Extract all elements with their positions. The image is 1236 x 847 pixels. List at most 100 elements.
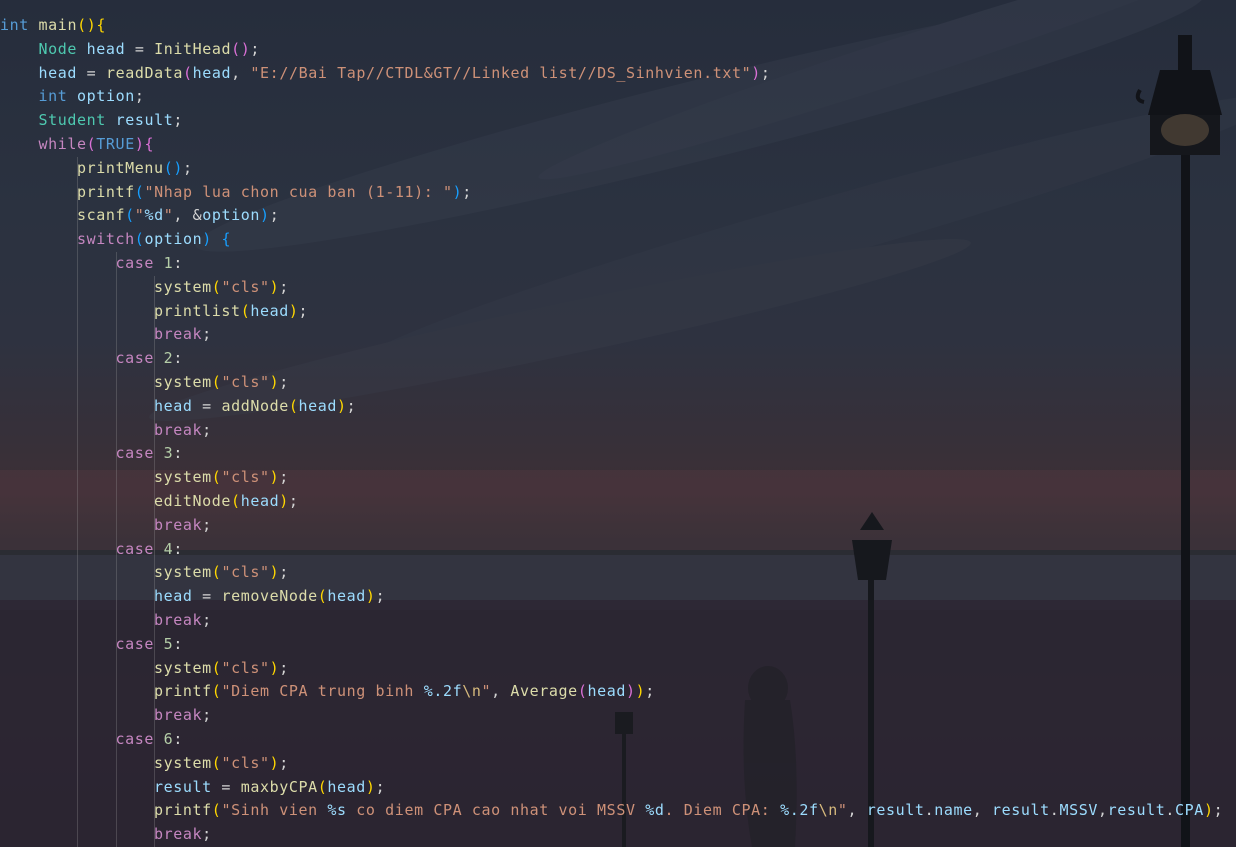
code-token: ,: [847, 801, 867, 820]
code-line[interactable]: printMenu();: [77, 157, 193, 181]
code-token: name: [934, 801, 973, 820]
code-token: (: [317, 587, 328, 606]
code-token: ;: [202, 611, 212, 629]
code-token: =: [211, 777, 241, 796]
code-token: (: [577, 682, 588, 701]
code-line[interactable]: system("cls");: [154, 752, 289, 776]
code-token: "Diem CPA trung binh: [221, 682, 424, 701]
code-line[interactable]: printlist(head);: [154, 300, 308, 324]
code-line[interactable]: break;: [154, 609, 212, 633]
code-token: %s: [327, 801, 347, 820]
code-token: (: [86, 135, 97, 153]
code-token: ): [269, 658, 280, 677]
code-token: Student: [38, 111, 106, 130]
code-token: break: [154, 611, 203, 629]
code-token: printf: [154, 801, 212, 820]
code-token: Node: [38, 39, 78, 58]
code-line[interactable]: system("cls");: [154, 466, 289, 490]
code-token: break: [154, 515, 203, 534]
code-token: ;: [760, 63, 771, 82]
code-token: option: [144, 230, 203, 249]
code-token: system: [154, 658, 212, 677]
code-line[interactable]: case 4:: [116, 538, 183, 562]
code-token: result: [992, 801, 1050, 820]
code-line[interactable]: break;: [154, 704, 212, 728]
code-line[interactable]: break;: [154, 419, 212, 443]
code-token: (: [134, 182, 145, 201]
code-line[interactable]: Node head = InitHead();: [39, 38, 261, 62]
code-token: (: [211, 277, 222, 296]
code-line[interactable]: system("cls");: [154, 657, 289, 681]
code-token: ;: [250, 39, 261, 58]
code-token: "cls": [221, 373, 270, 391]
code-token: (: [182, 63, 193, 82]
code-line[interactable]: break;: [154, 514, 212, 538]
code-token: main: [38, 16, 78, 34]
code-token: head: [327, 587, 366, 606]
code-line[interactable]: Student result;: [39, 109, 184, 133]
code-token: int: [38, 87, 68, 106]
code-line[interactable]: system("cls");: [154, 561, 289, 585]
code-line[interactable]: break;: [154, 823, 212, 847]
code-token: ): [202, 230, 212, 249]
code-line[interactable]: int option;: [39, 85, 145, 109]
code-line[interactable]: int main(){: [0, 14, 106, 38]
code-token: \n: [818, 801, 838, 820]
code-token: ,: [972, 801, 992, 820]
code-line[interactable]: while(TRUE){: [39, 133, 155, 157]
code-editor[interactable]: int main(){Node head = InitHead(); head =…: [0, 14, 1236, 847]
code-line[interactable]: case 3:: [116, 442, 183, 466]
code-token: TRUE: [96, 135, 135, 153]
code-token: ": [837, 801, 848, 820]
code-line[interactable]: printf("Nhap lua chon cua ban (1-11): ")…: [77, 181, 472, 205]
code-line[interactable]: editNode(head);: [154, 490, 299, 514]
code-line[interactable]: case 6:: [116, 728, 183, 752]
code-line[interactable]: result = maxbyCPA(head);: [154, 776, 385, 800]
code-token: maxbyCPA: [240, 777, 318, 796]
code-line[interactable]: system("cls");: [154, 276, 289, 300]
code-token: editNode: [154, 492, 232, 510]
code-line[interactable]: switch(option) {: [77, 228, 231, 252]
code-line[interactable]: case 1:: [116, 252, 183, 276]
code-token: break: [154, 825, 203, 844]
code-line[interactable]: printf("Sinh vien %s co diem CPA cao nha…: [154, 799, 1223, 823]
code-token: case: [115, 254, 155, 272]
code-token: . Diem CPA:: [664, 801, 781, 820]
code-token: ): [625, 682, 636, 701]
code-token: :: [173, 254, 183, 272]
code-token: case: [115, 444, 155, 463]
code-token: ;: [279, 563, 289, 582]
code-token: printlist: [154, 301, 241, 320]
code-token: (): [231, 39, 251, 58]
code-line[interactable]: head = removeNode(head);: [154, 585, 385, 609]
code-token: =: [192, 587, 222, 606]
code-token: system: [154, 373, 212, 391]
code-line[interactable]: head = addNode(head);: [154, 395, 356, 419]
code-token: printf: [77, 182, 135, 201]
code-line[interactable]: system("cls");: [154, 371, 289, 395]
code-token: ): [751, 63, 761, 82]
code-token: (: [125, 206, 135, 225]
code-line[interactable]: case 5:: [116, 633, 183, 657]
code-token: ;: [279, 277, 289, 296]
code-token: case: [115, 349, 155, 368]
code-line[interactable]: head = readData(head, "E://Bai Tap//CTDL…: [39, 62, 771, 86]
code-token: :: [173, 539, 183, 558]
code-token: result: [154, 777, 212, 796]
code-line[interactable]: printf("Diem CPA trung binh %.2f\n", Ave…: [154, 680, 655, 704]
code-token: result: [1107, 801, 1166, 820]
code-token: MSSV: [1059, 801, 1098, 820]
code-token: ;: [375, 587, 386, 606]
code-token: case: [115, 539, 155, 558]
code-token: system: [154, 753, 212, 772]
code-token: 2: [163, 349, 174, 368]
code-token: \n: [462, 682, 482, 701]
code-line[interactable]: scanf("%d", &option);: [77, 204, 279, 228]
code-token: head: [587, 682, 626, 701]
code-line[interactable]: case 2:: [116, 347, 183, 371]
code-token: :: [173, 634, 183, 653]
code-token: "cls": [221, 563, 270, 582]
code-token: ,: [1097, 801, 1108, 820]
code-line[interactable]: break;: [154, 323, 212, 347]
